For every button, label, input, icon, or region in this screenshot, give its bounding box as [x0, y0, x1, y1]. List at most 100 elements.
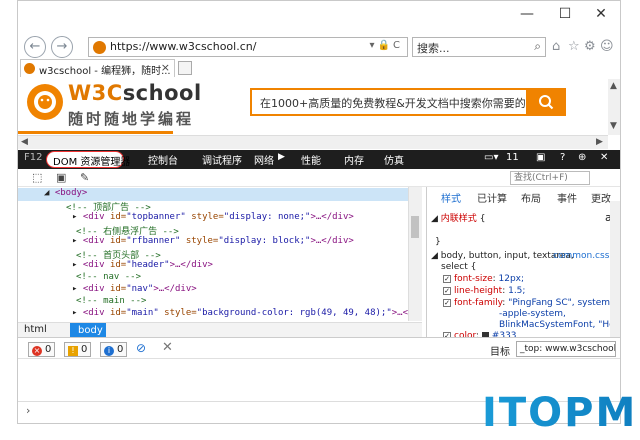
- tab-styles[interactable]: 样式: [441, 190, 461, 205]
- page-horizontal-scrollbar[interactable]: ◀ ▶: [18, 135, 608, 149]
- tab-network[interactable]: 网络: [254, 152, 274, 167]
- dom-tag: <div: [82, 308, 110, 318]
- tab-events[interactable]: 事件: [557, 190, 577, 205]
- tab-layout[interactable]: 布局: [521, 190, 541, 205]
- dom-comment-text: <!-- main -->: [76, 296, 147, 306]
- style-prop-font-size[interactable]: ✓ font-size: 12px;: [443, 274, 524, 284]
- browser-tab[interactable]: w3cschool - 编程狮，随时... ×: [20, 59, 175, 77]
- styles-scrollbar[interactable]: [610, 201, 620, 337]
- style-prop-font-family[interactable]: ✓ font-family: "PingFang SC", system-ui,: [443, 298, 620, 308]
- dom-comment-text: <!-- nav -->: [76, 272, 142, 282]
- errors-filter[interactable]: × 0: [28, 342, 56, 357]
- tab-console[interactable]: 控制台: [148, 152, 178, 167]
- tab-dom-explorer[interactable]: DOM 资源管理器: [46, 151, 130, 168]
- checkbox-checked-icon[interactable]: ✓: [443, 298, 451, 307]
- back-button[interactable]: ←: [24, 36, 46, 58]
- brand-w3c: W3C: [68, 81, 123, 105]
- address-url[interactable]: https://www.w3cschool.cn/: [110, 40, 256, 53]
- settings-gear-icon[interactable]: ⚙: [584, 39, 596, 54]
- console-toggle-icon[interactable]: ▣: [536, 152, 545, 163]
- checkbox-checked-icon[interactable]: ✓: [443, 286, 451, 295]
- help-icon[interactable]: ?: [560, 152, 565, 163]
- search-icon[interactable]: ⌕: [534, 39, 541, 54]
- collapse-arrow-icon[interactable]: ▸: [18, 236, 77, 246]
- scroll-left-icon[interactable]: ◀: [21, 137, 28, 147]
- page-vertical-scrollbar[interactable]: ▲ ▼: [608, 79, 620, 135]
- attr-style: style=: [191, 212, 224, 222]
- address-lock-refresh-icons[interactable]: ▾🔒C: [370, 40, 403, 51]
- dom-tag: <div: [82, 260, 110, 270]
- console-toolbar: ×0 !0 i0 ⊘ ✕ 目标 _top: www.w3cschool.cn: [18, 337, 620, 359]
- address-bar[interactable]: https://www.w3cschool.cn/ ▾🔒C: [88, 37, 408, 57]
- dom-tree-scroll-thumb[interactable]: [411, 216, 419, 238]
- collapse-arrow-icon[interactable]: ▸: [18, 284, 77, 294]
- inline-style-header[interactable]: ◢ 内联样式 {: [431, 211, 485, 224]
- select-element-icon[interactable]: ⬚: [32, 171, 42, 184]
- home-icon[interactable]: ⌂: [552, 39, 560, 54]
- dom-tag-tail: >…</div>: [310, 212, 354, 222]
- prop-value: "PingFang SC", system-ui,: [508, 298, 620, 308]
- expand-arrow-icon[interactable]: ◢: [431, 251, 438, 261]
- dom-tree-scrollbar[interactable]: [408, 187, 422, 321]
- tab-close-icon[interactable]: ×: [161, 61, 170, 74]
- checkbox-checked-icon[interactable]: ✓: [443, 274, 451, 283]
- tab-dom-explorer-label: DOM 资源管理器: [53, 157, 131, 168]
- attr-id: id=: [109, 212, 127, 222]
- forward-button[interactable]: →: [51, 36, 73, 58]
- clear-on-navigate-icon[interactable]: ⊘: [136, 341, 146, 355]
- rule-open-brace: {: [470, 262, 477, 272]
- console-prompt-icon[interactable]: ›: [26, 404, 30, 417]
- dom-tree: ◢ <body> <!-- 顶部广告 --> ▸ <div id="topban…: [18, 187, 408, 321]
- collapse-arrow-icon[interactable]: ▸: [18, 260, 77, 270]
- scroll-down-icon[interactable]: ▼: [610, 121, 617, 131]
- new-tab-button[interactable]: [178, 61, 192, 75]
- scroll-up-icon[interactable]: ▲: [610, 81, 617, 91]
- dom-node-main[interactable]: ▸ <div id="main" style="background-color…: [18, 308, 408, 321]
- attr-id-value: "rfbanner": [126, 236, 181, 246]
- attr-style: style=: [164, 308, 197, 318]
- style-prop-line-height[interactable]: ✓ line-height: 1.5;: [443, 286, 525, 296]
- tab-title: w3cschool - 编程狮，随时...: [39, 66, 171, 77]
- scroll-right-icon[interactable]: ▶: [596, 137, 603, 147]
- pin-icon[interactable]: ⊕: [578, 152, 586, 163]
- error-icon: ×: [32, 346, 42, 356]
- attr-style-text: background-color: rgb(49, 49, 48);: [202, 308, 387, 318]
- tab-emulation[interactable]: 仿真: [384, 152, 404, 167]
- itopm-watermark: ITOPM: [482, 390, 635, 436]
- tab-performance[interactable]: 性能: [301, 152, 321, 167]
- attr-id: id=: [109, 236, 127, 246]
- info-filter[interactable]: i0: [100, 342, 128, 357]
- rule-selector-2: select {: [441, 262, 476, 272]
- color-picker-icon[interactable]: ✎: [80, 171, 89, 184]
- site-search-placeholder: 在1000+高质量的免费教程&开发文档中搜索你需要的...: [260, 97, 537, 110]
- site-search-input[interactable]: 在1000+高质量的免费教程&开发文档中搜索你需要的...: [250, 88, 536, 116]
- expand-arrow-icon[interactable]: ◢: [431, 214, 438, 224]
- tab-changes[interactable]: 更改: [591, 190, 611, 205]
- rule-selector2-text: select: [441, 262, 468, 272]
- maximize-button[interactable]: ☐: [550, 3, 580, 25]
- highlight-element-icon[interactable]: ▣: [56, 171, 66, 184]
- target-select[interactable]: _top: www.w3cschool.cn: [516, 341, 616, 357]
- collapse-arrow-icon[interactable]: ▸: [18, 308, 77, 318]
- expand-arrow-icon[interactable]: ◢: [18, 188, 49, 198]
- monitor-icon[interactable]: ▭▾: [484, 152, 498, 163]
- favorites-star-icon[interactable]: ☆: [568, 39, 580, 54]
- breadcrumb-html[interactable]: html: [24, 324, 47, 335]
- network-record-icon[interactable]: ▶: [278, 152, 285, 162]
- breadcrumb-body[interactable]: body: [70, 323, 106, 338]
- site-search-button[interactable]: [526, 88, 566, 116]
- browser-search-box[interactable]: 搜索... ⌕: [412, 37, 546, 57]
- clear-console-icon[interactable]: ✕: [162, 340, 173, 355]
- browser-search-placeholder: 搜索...: [417, 42, 450, 55]
- search-icon: [539, 95, 554, 110]
- warnings-filter[interactable]: ! 0: [64, 342, 92, 357]
- styles-find-input[interactable]: 查找(Ctrl+F): [510, 171, 590, 185]
- minimize-button[interactable]: —: [512, 3, 542, 25]
- tab-memory[interactable]: 内存: [344, 152, 364, 167]
- tab-computed[interactable]: 已计算: [477, 190, 507, 205]
- collapse-arrow-icon[interactable]: ▸: [18, 212, 77, 222]
- smiley-feedback-icon[interactable]: ☺: [600, 39, 614, 54]
- close-button[interactable]: ✕: [586, 3, 616, 25]
- tab-debugger[interactable]: 调试程序: [202, 152, 242, 167]
- devtools-close-icon[interactable]: ✕: [600, 152, 608, 163]
